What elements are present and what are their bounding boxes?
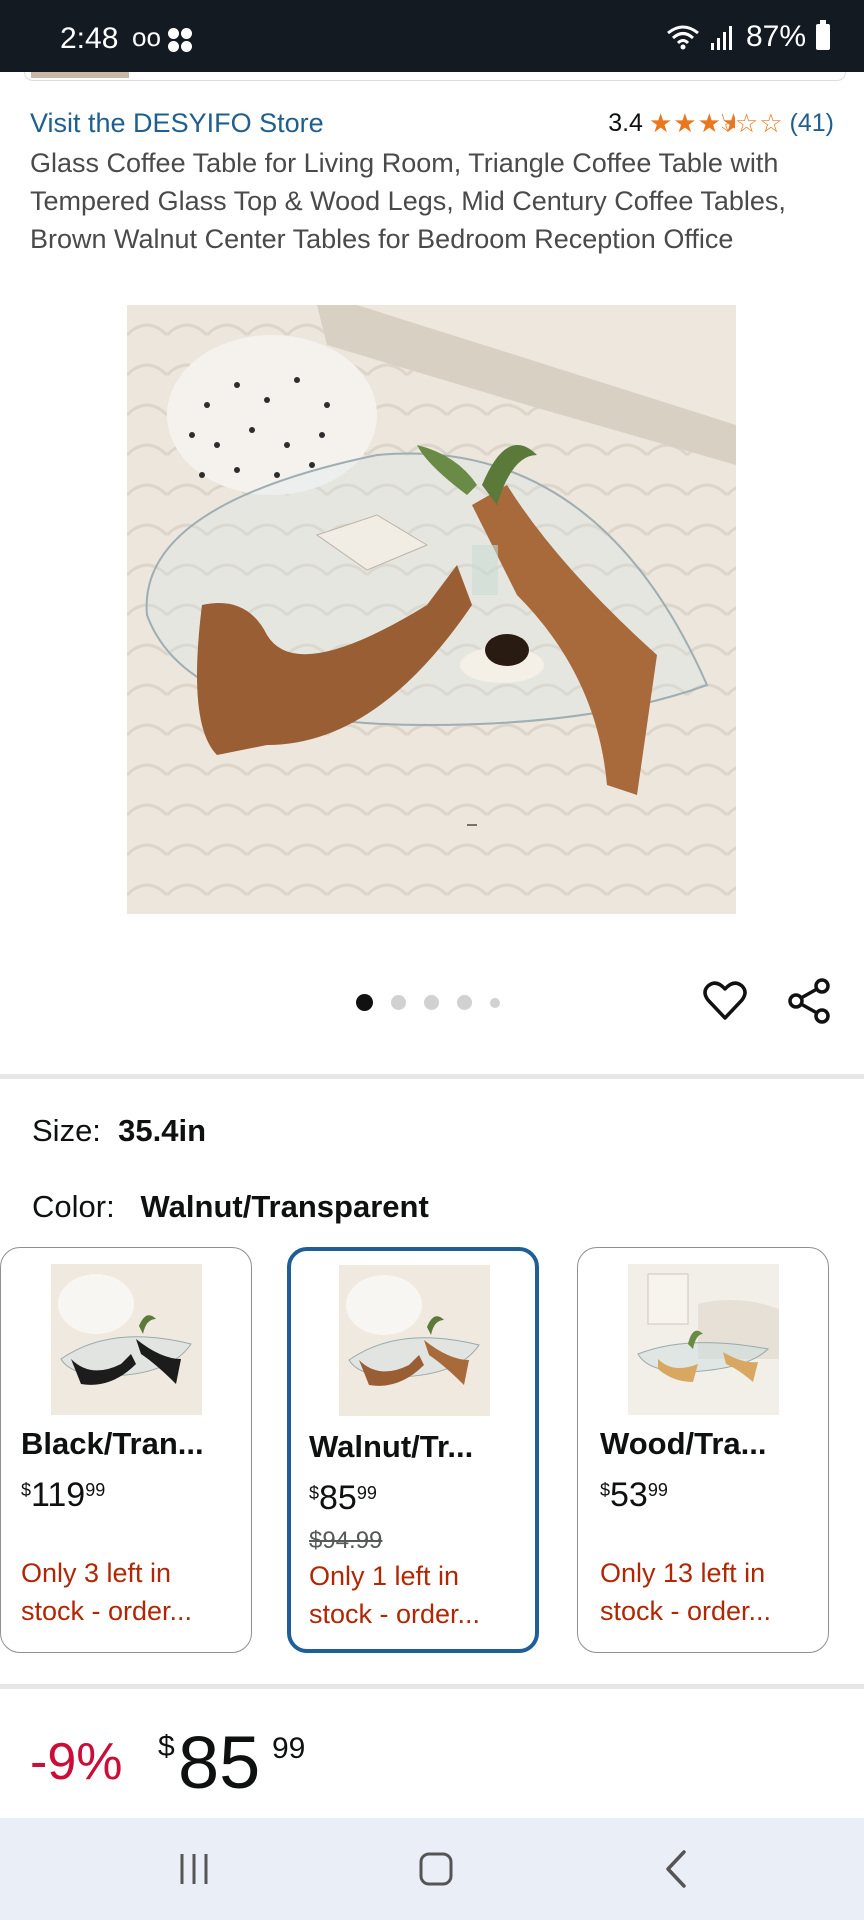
variant-card-walnut[interactable]: Walnut/Tr... $8599 $94.99 Only 1 left in…: [287, 1247, 539, 1653]
store-link[interactable]: Visit the DESYIFO Store: [30, 108, 324, 139]
price-currency: $: [158, 1730, 175, 1763]
product-photo: [127, 305, 736, 914]
variant-list-price: $94.99: [309, 1527, 383, 1554]
pager-dot[interactable]: [490, 997, 500, 1008]
variant-price: $11999: [21, 1476, 106, 1514]
review-count[interactable]: (41): [790, 109, 834, 138]
color-selector: Color: Walnut/Transparent: [32, 1189, 429, 1225]
variant-stock-status: Only 1 left in stock - order...: [309, 1561, 481, 1629]
variant-stock-status: Only 3 left in stock - order...: [21, 1558, 193, 1626]
price-whole: 85: [178, 1721, 261, 1804]
variant-price: $8599: [309, 1479, 377, 1517]
pager-dot[interactable]: [391, 995, 406, 1010]
system-nav-bar: [0, 1818, 864, 1920]
size-value: 35.4in: [118, 1113, 207, 1148]
previous-section-edge: [24, 72, 846, 81]
size-selector[interactable]: Size: 35.4in: [32, 1113, 206, 1149]
rating[interactable]: 3.4 ★★★★☆☆☆ (41): [608, 108, 834, 139]
status-time: 2:48: [60, 22, 119, 55]
battery-percent: 87%: [745, 20, 806, 53]
image-pager[interactable]: [356, 994, 500, 1011]
color-value: Walnut/Transparent: [140, 1189, 429, 1224]
pager-dot[interactable]: [356, 994, 373, 1011]
wifi-icon: [667, 25, 699, 50]
section-divider: [0, 1074, 864, 1079]
pager-dot[interactable]: [424, 995, 439, 1010]
variant-price: $5399: [600, 1476, 668, 1514]
star-rating-icon: ★★★★☆☆☆: [648, 108, 784, 138]
variant-name: Walnut/Tr...: [309, 1429, 474, 1464]
pager-dot[interactable]: [457, 995, 472, 1010]
discount-percent: -9%: [30, 1733, 123, 1791]
variant-thumbnail: [339, 1265, 490, 1416]
status-right: 87%: [666, 20, 830, 54]
signal-icon: [710, 26, 732, 50]
notification-dots-icon: [168, 28, 194, 54]
rating-value: 3.4: [608, 109, 643, 137]
home-icon[interactable]: [411, 1846, 461, 1892]
variant-card-wood[interactable]: Wood/Tra... $5399 Only 13 left in stock -…: [577, 1247, 829, 1653]
variant-stock-status: Only 13 left in stock - order...: [600, 1558, 772, 1626]
price-fraction: 99: [272, 1732, 306, 1765]
share-icon[interactable]: [786, 978, 832, 1024]
size-label: Size:: [32, 1113, 101, 1148]
back-icon[interactable]: [652, 1846, 702, 1892]
product-image[interactable]: [127, 305, 736, 914]
variant-thumbnail: [628, 1264, 779, 1415]
status-bar: 2:48 oo 87%: [0, 0, 864, 72]
battery-icon: [816, 20, 830, 50]
section-divider: [0, 1684, 864, 1689]
variant-name: Black/Tran...: [21, 1426, 204, 1461]
variant-thumbnail: [51, 1264, 202, 1415]
voicemail-icon: oo: [132, 22, 161, 52]
color-label: Color:: [32, 1189, 115, 1224]
product-title: Glass Coffee Table for Living Room, Tria…: [30, 148, 786, 254]
variant-card-black[interactable]: Black/Tran... $11999 Only 3 left in stock…: [0, 1247, 252, 1653]
wishlist-heart-icon[interactable]: [702, 978, 748, 1024]
variant-name: Wood/Tra...: [600, 1426, 767, 1461]
recent-apps-icon[interactable]: [170, 1846, 220, 1892]
